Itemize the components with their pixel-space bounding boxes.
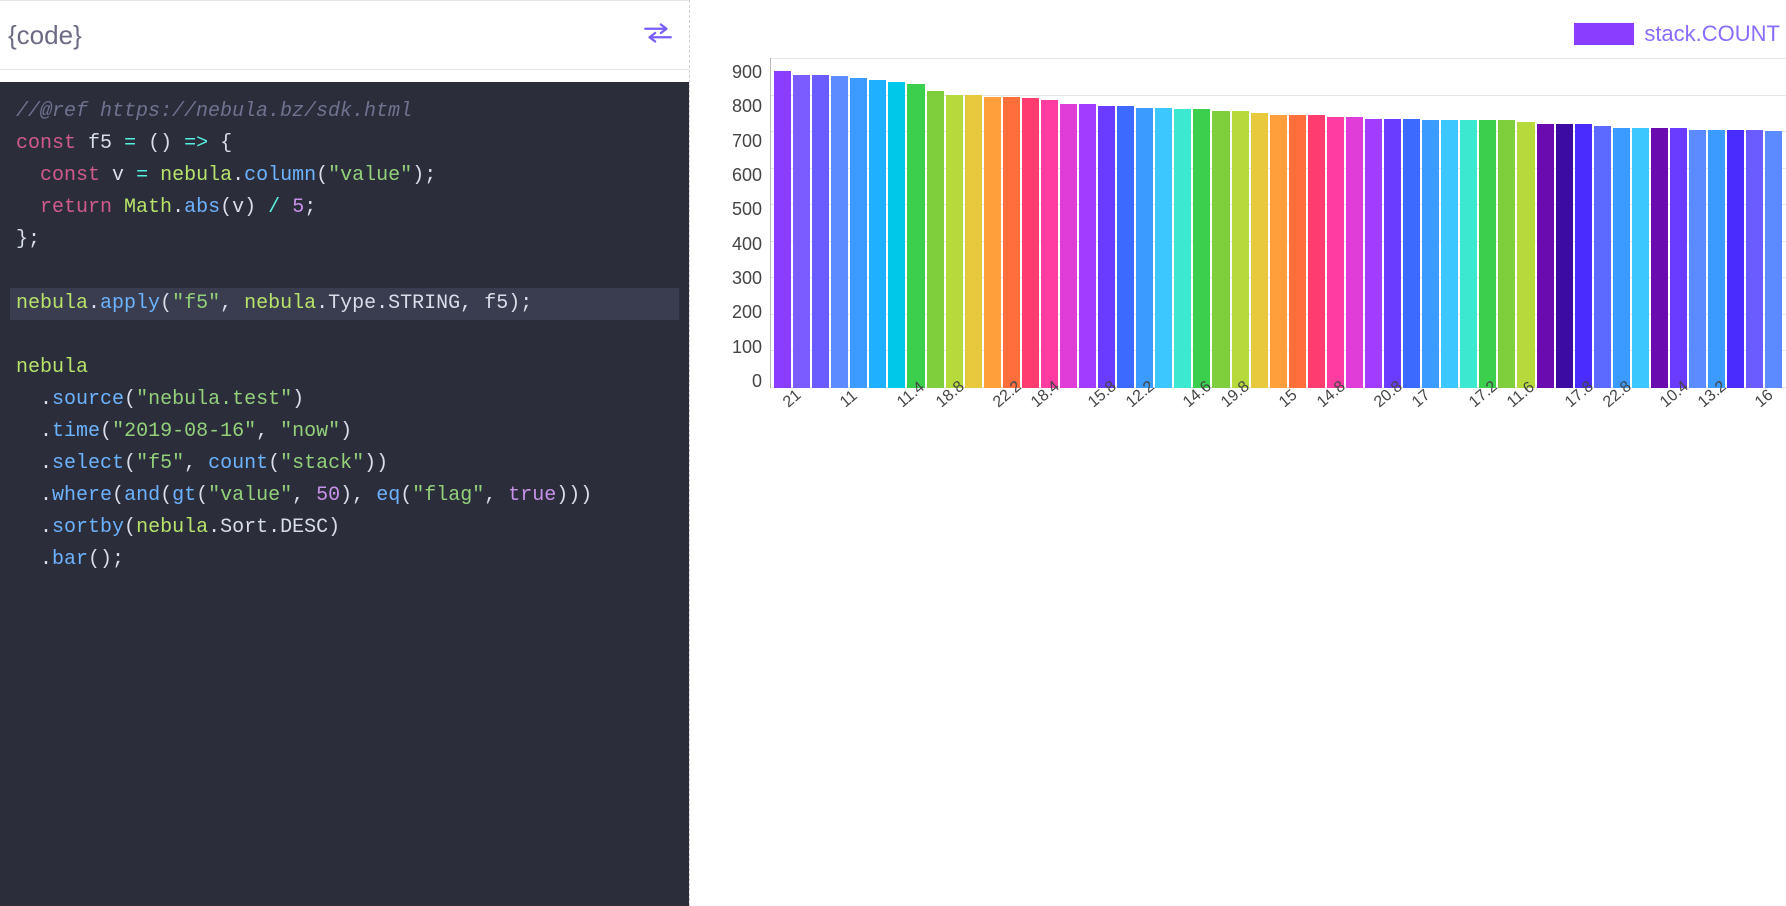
y-tick: 100: [732, 337, 762, 358]
y-axis: 900 800 700 600 500 400 300 200 100 0: [710, 62, 770, 392]
y-tick: 700: [732, 131, 762, 152]
swap-horizontal-icon[interactable]: [641, 16, 675, 55]
y-tick: 0: [752, 371, 762, 392]
chart-bar[interactable]: [1232, 111, 1249, 388]
code-header-label: {code}: [8, 20, 82, 51]
chart-bar[interactable]: [1765, 131, 1782, 388]
y-tick: 500: [732, 199, 762, 220]
right-pane: stack.COUNT 900 800 700 600 500 400 300 200 100 0…: [690, 0, 1786, 906]
chart-bar[interactable]: [812, 75, 829, 389]
chart-bar[interactable]: [1441, 120, 1458, 388]
left-pane: {code} //@ref https://nebula.bz/sdk.html…: [0, 0, 690, 906]
code-line[interactable]: .sortby(nebula.Sort.DESC): [10, 512, 679, 544]
chart-bar[interactable]: [1632, 128, 1649, 388]
code-line[interactable]: [10, 320, 679, 352]
code-line[interactable]: .source("nebula.test"): [10, 384, 679, 416]
code-line[interactable]: .select("f5", count("stack")): [10, 448, 679, 480]
chart-bar[interactable]: [1422, 120, 1439, 388]
chart-bar[interactable]: [1575, 124, 1592, 388]
y-tick: 300: [732, 268, 762, 289]
chart-bar[interactable]: [1041, 100, 1058, 388]
chart-bar[interactable]: [1060, 104, 1077, 388]
code-line[interactable]: //@ref https://nebula.bz/sdk.html: [10, 96, 679, 128]
code-line[interactable]: .where(and(gt("value", 50), eq("flag", t…: [10, 480, 679, 512]
chart-bar[interactable]: [850, 78, 867, 388]
y-tick: 400: [732, 234, 762, 255]
chart-bar[interactable]: [946, 95, 963, 388]
chart-bar[interactable]: [907, 84, 924, 388]
code-line[interactable]: nebula.apply("f5", nebula.Type.STRING, f…: [10, 288, 679, 320]
bar-chart: 900 800 700 600 500 400 300 200 100 0 211111.418.…: [710, 58, 1786, 438]
code-header: {code}: [0, 0, 689, 70]
chart-bar[interactable]: [1670, 128, 1687, 388]
chart-bar[interactable]: [888, 82, 905, 388]
chart-bar[interactable]: [1708, 130, 1725, 389]
chart-bar[interactable]: [1327, 117, 1344, 388]
chart-bar[interactable]: [1117, 106, 1134, 388]
chart-bar[interactable]: [1174, 109, 1191, 388]
legend-swatch: [1574, 23, 1634, 45]
code-line[interactable]: .time("2019-08-16", "now"): [10, 416, 679, 448]
y-tick: 800: [732, 96, 762, 117]
chart-bar[interactable]: [1727, 130, 1744, 389]
chart-bar[interactable]: [1079, 104, 1096, 388]
chart-bar[interactable]: [1251, 113, 1268, 388]
code-line[interactable]: return Math.abs(v) / 5;: [10, 192, 679, 224]
y-tick: 600: [732, 165, 762, 186]
code-line[interactable]: };: [10, 224, 679, 256]
chart-bar[interactable]: [927, 91, 944, 388]
chart-bar[interactable]: [1289, 115, 1306, 388]
plot-area: 211111.418.822.218.415.812.214.619.81514…: [770, 58, 1786, 428]
code-line[interactable]: const v = nebula.column("value");: [10, 160, 679, 192]
chart-bars: [770, 58, 1786, 388]
chart-bar[interactable]: [1556, 124, 1573, 388]
chart-bar[interactable]: [1136, 108, 1153, 389]
chart-bar[interactable]: [1346, 117, 1363, 388]
chart-bar[interactable]: [793, 75, 810, 389]
chart-bar[interactable]: [1613, 128, 1630, 388]
app-root: {code} //@ref https://nebula.bz/sdk.html…: [0, 0, 1786, 906]
y-tick: 200: [732, 302, 762, 323]
x-axis: 211111.418.822.218.415.812.214.619.81514…: [770, 388, 1786, 428]
chart-bar[interactable]: [831, 76, 848, 388]
chart-bar[interactable]: [1517, 122, 1534, 388]
chart-bar[interactable]: [1689, 130, 1706, 389]
code-line[interactable]: [10, 256, 679, 288]
chart-bar[interactable]: [1594, 126, 1611, 388]
chart-bar[interactable]: [869, 80, 886, 388]
y-tick: 900: [732, 62, 762, 83]
chart-bar[interactable]: [1022, 98, 1039, 388]
code-line[interactable]: .bar();: [10, 544, 679, 576]
chart-bar[interactable]: [1479, 120, 1496, 388]
code-editor[interactable]: //@ref https://nebula.bz/sdk.htmlconst f…: [0, 82, 689, 906]
legend-label: stack.COUNT: [1644, 21, 1780, 47]
chart-bar[interactable]: [1212, 111, 1229, 388]
chart-bar[interactable]: [1537, 124, 1554, 388]
chart-bar[interactable]: [965, 95, 982, 388]
chart-bar[interactable]: [1308, 115, 1325, 388]
code-line[interactable]: const f5 = () => {: [10, 128, 679, 160]
chart-legend: stack.COUNT: [710, 10, 1786, 58]
chart-bar[interactable]: [1193, 109, 1210, 388]
chart-bar[interactable]: [1403, 119, 1420, 389]
chart-bar[interactable]: [1155, 108, 1172, 389]
chart-bar[interactable]: [774, 71, 791, 388]
chart-bar[interactable]: [1270, 115, 1287, 388]
chart-bar[interactable]: [1651, 128, 1668, 388]
chart-bar[interactable]: [1498, 120, 1515, 388]
code-line[interactable]: nebula: [10, 352, 679, 384]
chart-bar[interactable]: [1365, 119, 1382, 389]
chart-bar[interactable]: [1003, 97, 1020, 389]
chart-bar[interactable]: [1384, 119, 1401, 389]
chart-bar[interactable]: [1098, 106, 1115, 388]
chart-bar[interactable]: [1746, 130, 1763, 389]
chart-bar[interactable]: [1460, 120, 1477, 388]
chart-bar[interactable]: [984, 97, 1001, 389]
